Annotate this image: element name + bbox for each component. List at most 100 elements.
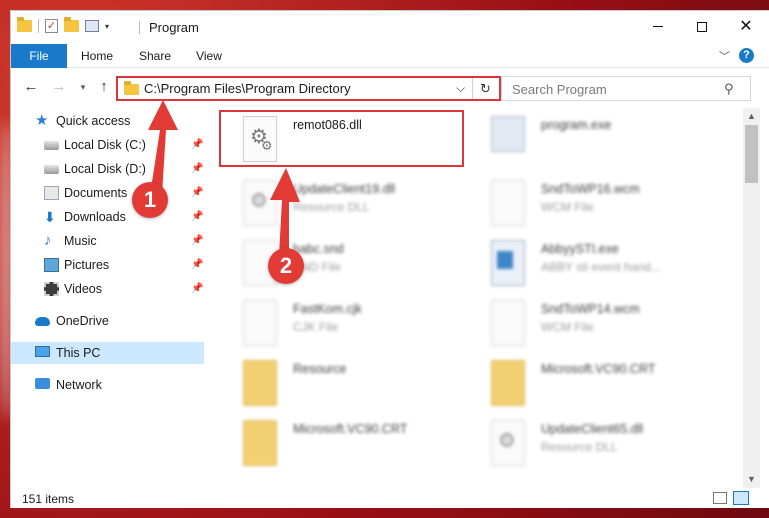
- pin-icon[interactable]: 📌: [191, 230, 203, 252]
- file-type: WCM File: [541, 320, 594, 334]
- address-bar[interactable]: C:\Program Files\Program Directory ⌵ ↻: [116, 76, 501, 101]
- sidebar-item-local-disk-d[interactable]: Local Disk (D:) 📌: [11, 158, 204, 180]
- file-icon: [491, 300, 525, 346]
- sidebar-item-pictures[interactable]: Pictures 📌: [11, 254, 204, 276]
- file-item[interactable]: FastKom.cjk CJK File: [233, 298, 473, 354]
- sidebar-item-label: Downloads: [64, 210, 126, 224]
- sidebar-item-documents[interactable]: Documents 📌: [11, 182, 204, 204]
- minimize-button[interactable]: [635, 11, 681, 43]
- folder-icon: [124, 81, 139, 95]
- sidebar-item-music[interactable]: ♪ Music 📌: [11, 230, 204, 252]
- vertical-scrollbar[interactable]: ▲ ▼: [743, 108, 760, 488]
- file-item[interactable]: Microsoft.VC90.CRT: [481, 358, 721, 414]
- pin-icon[interactable]: 📌: [191, 134, 203, 156]
- properties-check-icon[interactable]: ✓: [45, 19, 58, 33]
- file-type: Resource DLL: [293, 200, 370, 214]
- new-folder-icon[interactable]: [64, 17, 79, 32]
- sidebar-item-onedrive[interactable]: OneDrive: [11, 310, 204, 332]
- expand-ribbon-chevron-icon[interactable]: ﹀: [719, 48, 730, 64]
- close-button[interactable]: ✕: [723, 11, 769, 43]
- file-name: Microsoft.VC90.CRT: [541, 362, 656, 376]
- search-icon[interactable]: ⚲: [724, 81, 734, 97]
- sidebar-item-this-pc[interactable]: This PC: [11, 342, 204, 364]
- tab-file[interactable]: File: [11, 44, 67, 68]
- maximize-icon: [697, 21, 707, 32]
- quick-access-toolbar: ✓ ▾: [17, 17, 109, 33]
- search-input[interactable]: Search Program: [512, 82, 607, 97]
- file-type: Resource DLL: [541, 440, 618, 454]
- scroll-up-icon[interactable]: ▲: [743, 108, 760, 125]
- customize-toolbar-chevron-icon[interactable]: ▾: [105, 22, 109, 31]
- file-item[interactable]: Microsoft.VC90.CRT: [233, 418, 473, 474]
- large-icons-view-icon[interactable]: [733, 491, 749, 505]
- music-icon: ♪: [44, 232, 52, 249]
- sidebar-item-local-disk-c[interactable]: Local Disk (C:) 📌: [11, 134, 204, 156]
- pin-icon[interactable]: 📌: [191, 182, 203, 204]
- file-name: babc.snd: [293, 242, 344, 256]
- ribbon-tabs: File Home Share View ﹀ ?: [11, 44, 769, 68]
- status-bar: 151 items: [11, 489, 769, 508]
- file-name: AbbyySTI.exe: [541, 242, 619, 256]
- divider: [38, 19, 39, 33]
- sidebar-item-label: OneDrive: [56, 314, 109, 328]
- navigation-pane: ★ Quick access Local Disk (C:) 📌 Local D…: [11, 108, 211, 488]
- back-arrow-icon[interactable]: ←: [21, 76, 41, 98]
- target-file-highlight: [219, 110, 464, 167]
- recent-locations-chevron-icon[interactable]: ▾: [73, 76, 93, 98]
- file-item[interactable]: Resource: [233, 358, 473, 414]
- folder-icon[interactable]: [17, 17, 32, 32]
- tab-view[interactable]: View: [191, 44, 227, 68]
- up-arrow-icon[interactable]: ↑: [94, 76, 114, 98]
- tab-share[interactable]: Share: [135, 44, 175, 68]
- file-item[interactable]: program.exe: [481, 114, 721, 170]
- sidebar-item-label: Videos: [64, 282, 102, 296]
- maximize-button[interactable]: [679, 11, 725, 43]
- sidebar-item-downloads[interactable]: ⬇ Downloads 📌: [11, 206, 204, 228]
- scroll-down-icon[interactable]: ▼: [743, 471, 760, 488]
- item-count: 151 items: [22, 492, 75, 506]
- file-name: UpdateClient65.dll: [541, 422, 644, 436]
- address-path[interactable]: C:\Program Files\Program Directory: [144, 81, 351, 96]
- sidebar-item-videos[interactable]: Videos 📌: [11, 278, 204, 300]
- scrollbar-thumb[interactable]: [745, 125, 758, 183]
- file-type: WCM File: [541, 200, 594, 214]
- cloud-icon: [35, 317, 50, 326]
- pin-icon[interactable]: 📌: [191, 158, 203, 180]
- sidebar-item-quick-access[interactable]: ★ Quick access: [11, 110, 204, 132]
- pin-icon[interactable]: 📌: [191, 206, 203, 228]
- details-view-icon[interactable]: [713, 492, 727, 504]
- forward-arrow-icon[interactable]: →: [49, 76, 69, 98]
- sidebar-item-label: Network: [56, 378, 102, 392]
- close-icon: ✕: [739, 18, 753, 35]
- tab-home[interactable]: Home: [77, 44, 117, 68]
- pin-icon[interactable]: 📌: [191, 254, 203, 276]
- minimize-icon: [653, 26, 663, 28]
- search-box[interactable]: Search Program ⚲: [501, 76, 751, 101]
- gear-icon: ⚙: [250, 190, 268, 212]
- app-window-icon: [491, 240, 525, 286]
- sidebar-item-network[interactable]: Network: [11, 374, 204, 396]
- file-name: SndToWP14.wcm: [541, 302, 640, 316]
- pictures-icon: [44, 258, 59, 272]
- sidebar-item-label: Pictures: [64, 258, 110, 272]
- file-name: SndToWP16.wcm: [541, 182, 640, 196]
- gear-icon: ⚙: [498, 430, 516, 452]
- pin-icon[interactable]: 📌: [191, 278, 203, 300]
- file-item[interactable]: ⚙ UpdateClient65.dll Resource DLL: [481, 418, 721, 474]
- disk-icon: [44, 165, 59, 174]
- refresh-icon[interactable]: ↻: [472, 78, 498, 99]
- window-title: Program: [149, 20, 199, 35]
- properties-icon[interactable]: [85, 20, 99, 32]
- folder-icon: [243, 360, 277, 406]
- help-icon[interactable]: ?: [739, 48, 754, 63]
- sidebar-item-label: Local Disk (D:): [64, 162, 146, 176]
- file-item[interactable]: SndToWP14.wcm WCM File: [481, 298, 721, 354]
- file-item[interactable]: AbbyySTI.exe ABBY sti event hand...: [481, 238, 721, 294]
- file-item[interactable]: SndToWP16.wcm WCM File: [481, 178, 721, 234]
- sidebar-item-label: Documents: [64, 186, 128, 200]
- videos-icon: [44, 282, 59, 296]
- address-history-chevron-icon[interactable]: ⌵: [456, 81, 465, 96]
- network-icon: [35, 378, 50, 389]
- file-item[interactable]: ⚙ UpdateClient19.dll Resource DLL: [233, 178, 473, 234]
- title-bar: ✓ ▾ Program ✕: [11, 11, 769, 43]
